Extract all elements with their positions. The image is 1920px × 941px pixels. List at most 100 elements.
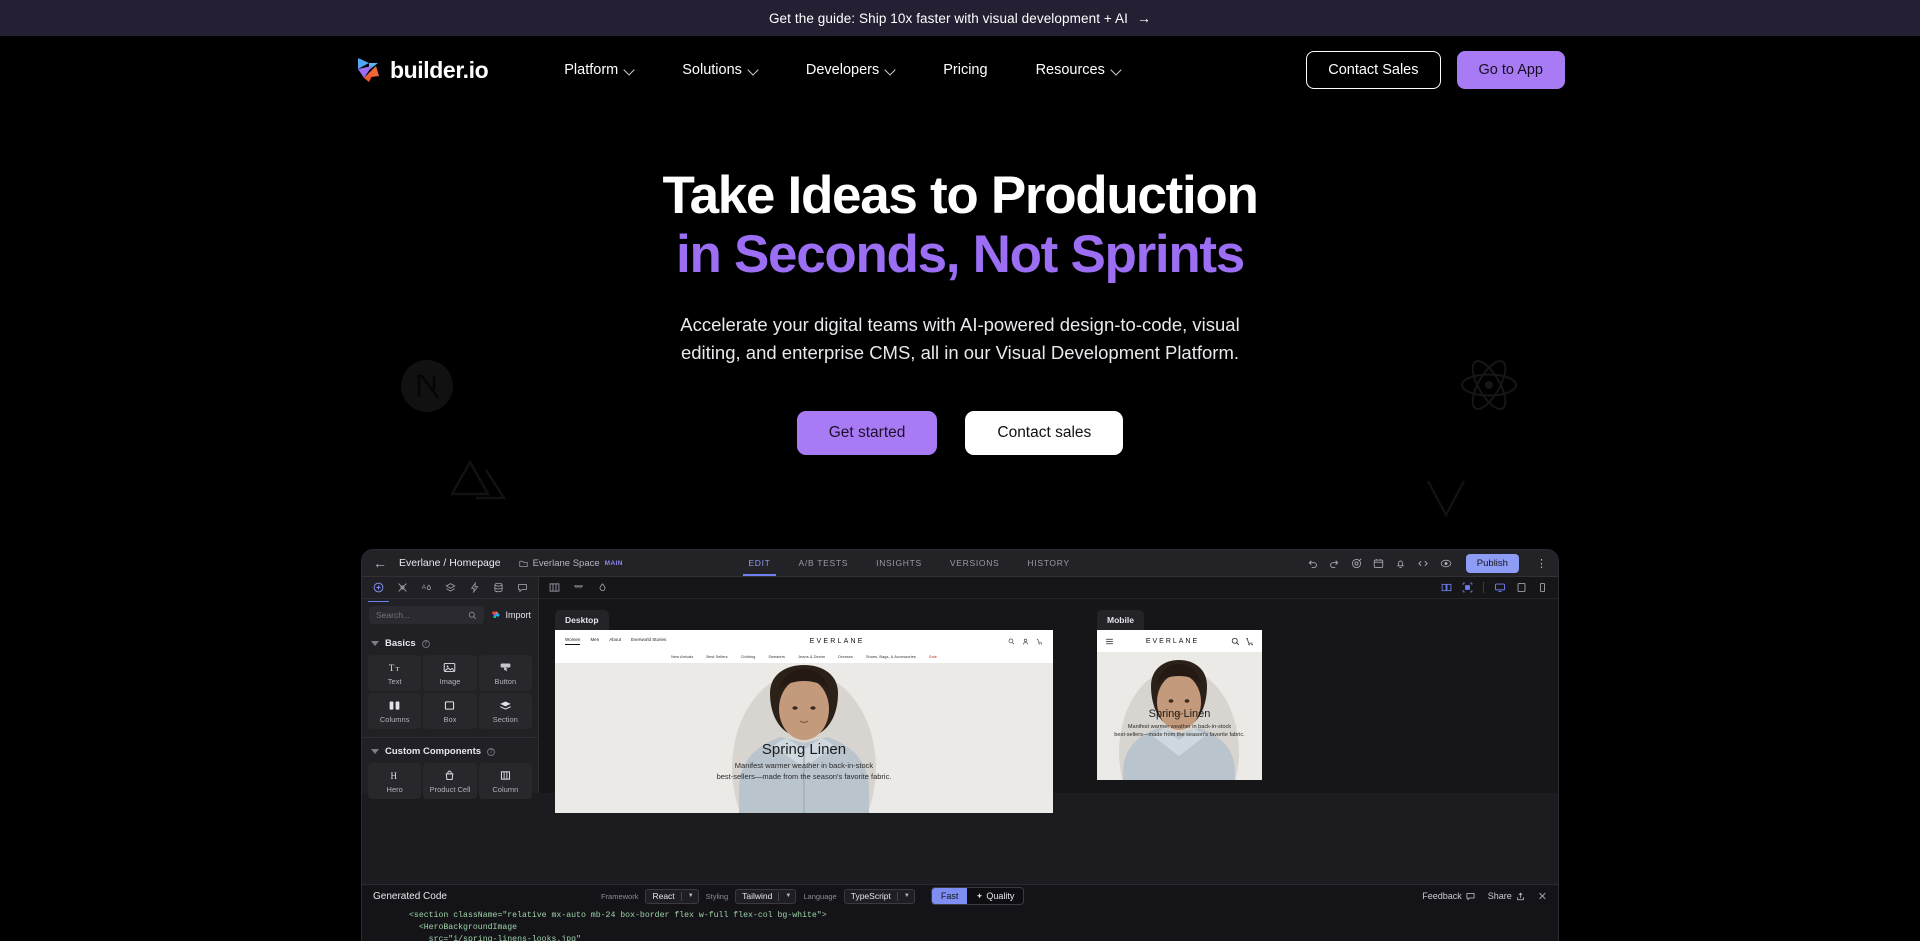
bell-icon[interactable] (1395, 558, 1406, 569)
hero-icon: H (388, 769, 401, 782)
tab-insights[interactable]: INSIGHTS (862, 551, 936, 576)
more-options-icon[interactable]: ⋮ (1536, 557, 1547, 570)
redo-icon[interactable] (1329, 558, 1340, 569)
chevron-down-icon: ▼ (903, 893, 910, 899)
contact-sales-cta-button[interactable]: Contact sales (965, 410, 1124, 455)
everlane-logo-mobile: EVERLANE (1145, 637, 1200, 645)
component-product-cell[interactable]: Product Cell (423, 763, 477, 799)
nav-item-pricing[interactable]: Pricing (919, 54, 1011, 86)
ruler-icon[interactable] (573, 582, 584, 593)
tab-ab-tests[interactable]: A/B TESTS (785, 551, 863, 576)
nav-item-resources[interactable]: Resources (1012, 54, 1145, 86)
preview-eye-icon[interactable] (1440, 558, 1452, 569)
subnav-item[interactable]: Clothing (741, 654, 756, 659)
help-icon[interactable]: ? (487, 747, 496, 756)
component-button[interactable]: Button (478, 655, 532, 691)
box-icon (443, 699, 456, 712)
publish-button[interactable]: Publish (1465, 553, 1519, 573)
nav-item-developers[interactable]: Developers (782, 54, 919, 86)
panel-tab-styles[interactable]: A (421, 578, 432, 597)
space-name: Everlane Space (532, 557, 600, 569)
panel-tab-layers[interactable] (444, 578, 456, 597)
subnav-item[interactable]: Shoes, Bags, & Accessories (866, 654, 916, 659)
panel-tab-interactions[interactable] (469, 578, 480, 597)
schedule-icon[interactable] (1373, 558, 1384, 569)
component-column[interactable]: Column (478, 763, 532, 799)
get-started-button[interactable]: Get started (796, 410, 938, 455)
share-button[interactable]: Share (1488, 891, 1525, 901)
panel-tab-data[interactable] (493, 578, 504, 597)
panel-tab-insert[interactable] (367, 578, 389, 602)
panel-tab-design[interactable] (397, 578, 408, 597)
everlane-nav-men[interactable]: Men (590, 637, 599, 645)
builder-logo[interactable]: builder.io (355, 56, 489, 84)
nav-item-label: Solutions (682, 62, 742, 78)
layout-columns-icon[interactable] (549, 582, 560, 593)
nav-item-solutions[interactable]: Solutions (658, 54, 782, 86)
subnav-item[interactable]: Best Sellers (706, 654, 727, 659)
component-section[interactable]: Section (478, 693, 532, 729)
language-select[interactable]: TypeScript ▼ (843, 888, 915, 904)
target-icon[interactable] (1351, 557, 1362, 569)
nav-item-platform[interactable]: Platform (540, 54, 658, 86)
mobile-view-icon[interactable] (1537, 582, 1548, 593)
panel-tab-comments[interactable] (517, 578, 528, 597)
focus-icon[interactable] (1462, 582, 1473, 593)
mode-quality-button[interactable]: Quality (967, 888, 1023, 904)
section-header-custom-components[interactable]: Custom Components ? (362, 737, 538, 761)
insert-panel-tabs: A (362, 577, 538, 602)
split-view-icon[interactable] (1441, 582, 1452, 593)
image-icon (443, 661, 456, 674)
nav-item-label: Pricing (943, 62, 988, 78)
everlane-hero: Spring Linen Manifest warmer weather in … (555, 663, 1053, 813)
code-icon[interactable] (1417, 558, 1429, 569)
undo-icon[interactable] (1307, 558, 1318, 569)
back-arrow-icon[interactable]: ← (373, 555, 387, 571)
everlane-hero-title-mobile: Spring Linen (1148, 708, 1211, 720)
everlane-nav-stories[interactable]: Everworld Stories (631, 637, 666, 645)
desktop-frame-content[interactable]: Women Men About Everworld Stories EVERLA… (555, 630, 1053, 813)
go-to-app-button[interactable]: Go to App (1456, 51, 1565, 89)
component-image[interactable]: Image (423, 655, 477, 691)
tab-versions[interactable]: VERSIONS (936, 551, 1014, 576)
section-header-basics[interactable]: Basics ? (362, 631, 538, 653)
subnav-item[interactable]: Dresses (838, 654, 853, 659)
subnav-item[interactable]: Jeans & Denim (798, 654, 825, 659)
feedback-button[interactable]: Feedback (1422, 891, 1475, 901)
breadcrumb[interactable]: Everlane / Homepage (399, 557, 501, 569)
tab-history[interactable]: HISTORY (1013, 551, 1083, 576)
everlane-nav-about[interactable]: About (609, 637, 621, 645)
share-label: Share (1487, 891, 1512, 901)
space-chip[interactable]: Everlane Space MAIN (518, 557, 623, 569)
subnav-item[interactable]: New Arrivals (671, 654, 693, 659)
announcement-bar[interactable]: Get the guide: Ship 10x faster with visu… (0, 0, 1920, 36)
component-text[interactable]: TT Text (368, 655, 422, 691)
component-columns[interactable]: Columns (368, 693, 422, 729)
chevron-down-icon (886, 65, 895, 74)
everlane-hero-text: Spring Linen Manifest warmer weather in … (555, 741, 1053, 783)
search-icon (1231, 637, 1240, 645)
subnav-item[interactable]: Sweaters (768, 654, 785, 659)
component-box[interactable]: Box (423, 693, 477, 729)
everlane-nav-women[interactable]: Women (565, 637, 581, 645)
tablet-view-icon[interactable] (1516, 582, 1527, 593)
subnav-item-sale[interactable]: Sale (929, 654, 937, 659)
help-icon[interactable]: ? (421, 639, 430, 648)
search-input[interactable]: Search... (369, 606, 485, 624)
mode-fast-button[interactable]: Fast (931, 888, 968, 904)
generated-code-content[interactable]: <section className="relative mx-auto mb-… (362, 907, 1558, 941)
mobile-frame-content[interactable]: EVERLANE Spring Linen Manifest warmer we… (1097, 630, 1262, 780)
nav-actions: Contact Sales Go to App (1306, 51, 1565, 89)
desktop-view-icon[interactable] (1494, 582, 1506, 593)
tab-edit[interactable]: EDIT (734, 551, 784, 576)
framework-select[interactable]: React ▼ (645, 888, 699, 904)
figma-import-button[interactable]: Import (491, 610, 531, 620)
theme-icon[interactable] (597, 582, 608, 593)
contact-sales-button[interactable]: Contact Sales (1306, 51, 1441, 89)
styling-select[interactable]: Tailwind ▼ (735, 888, 797, 904)
app-tabs: EDIT A/B TESTS INSIGHTS VERSIONS HISTORY (734, 551, 1083, 576)
nav-item-label: Developers (805, 62, 880, 78)
component-hero[interactable]: H Hero (368, 763, 422, 799)
hamburger-menu-icon (1106, 638, 1113, 644)
close-icon[interactable]: ✕ (1538, 890, 1547, 903)
